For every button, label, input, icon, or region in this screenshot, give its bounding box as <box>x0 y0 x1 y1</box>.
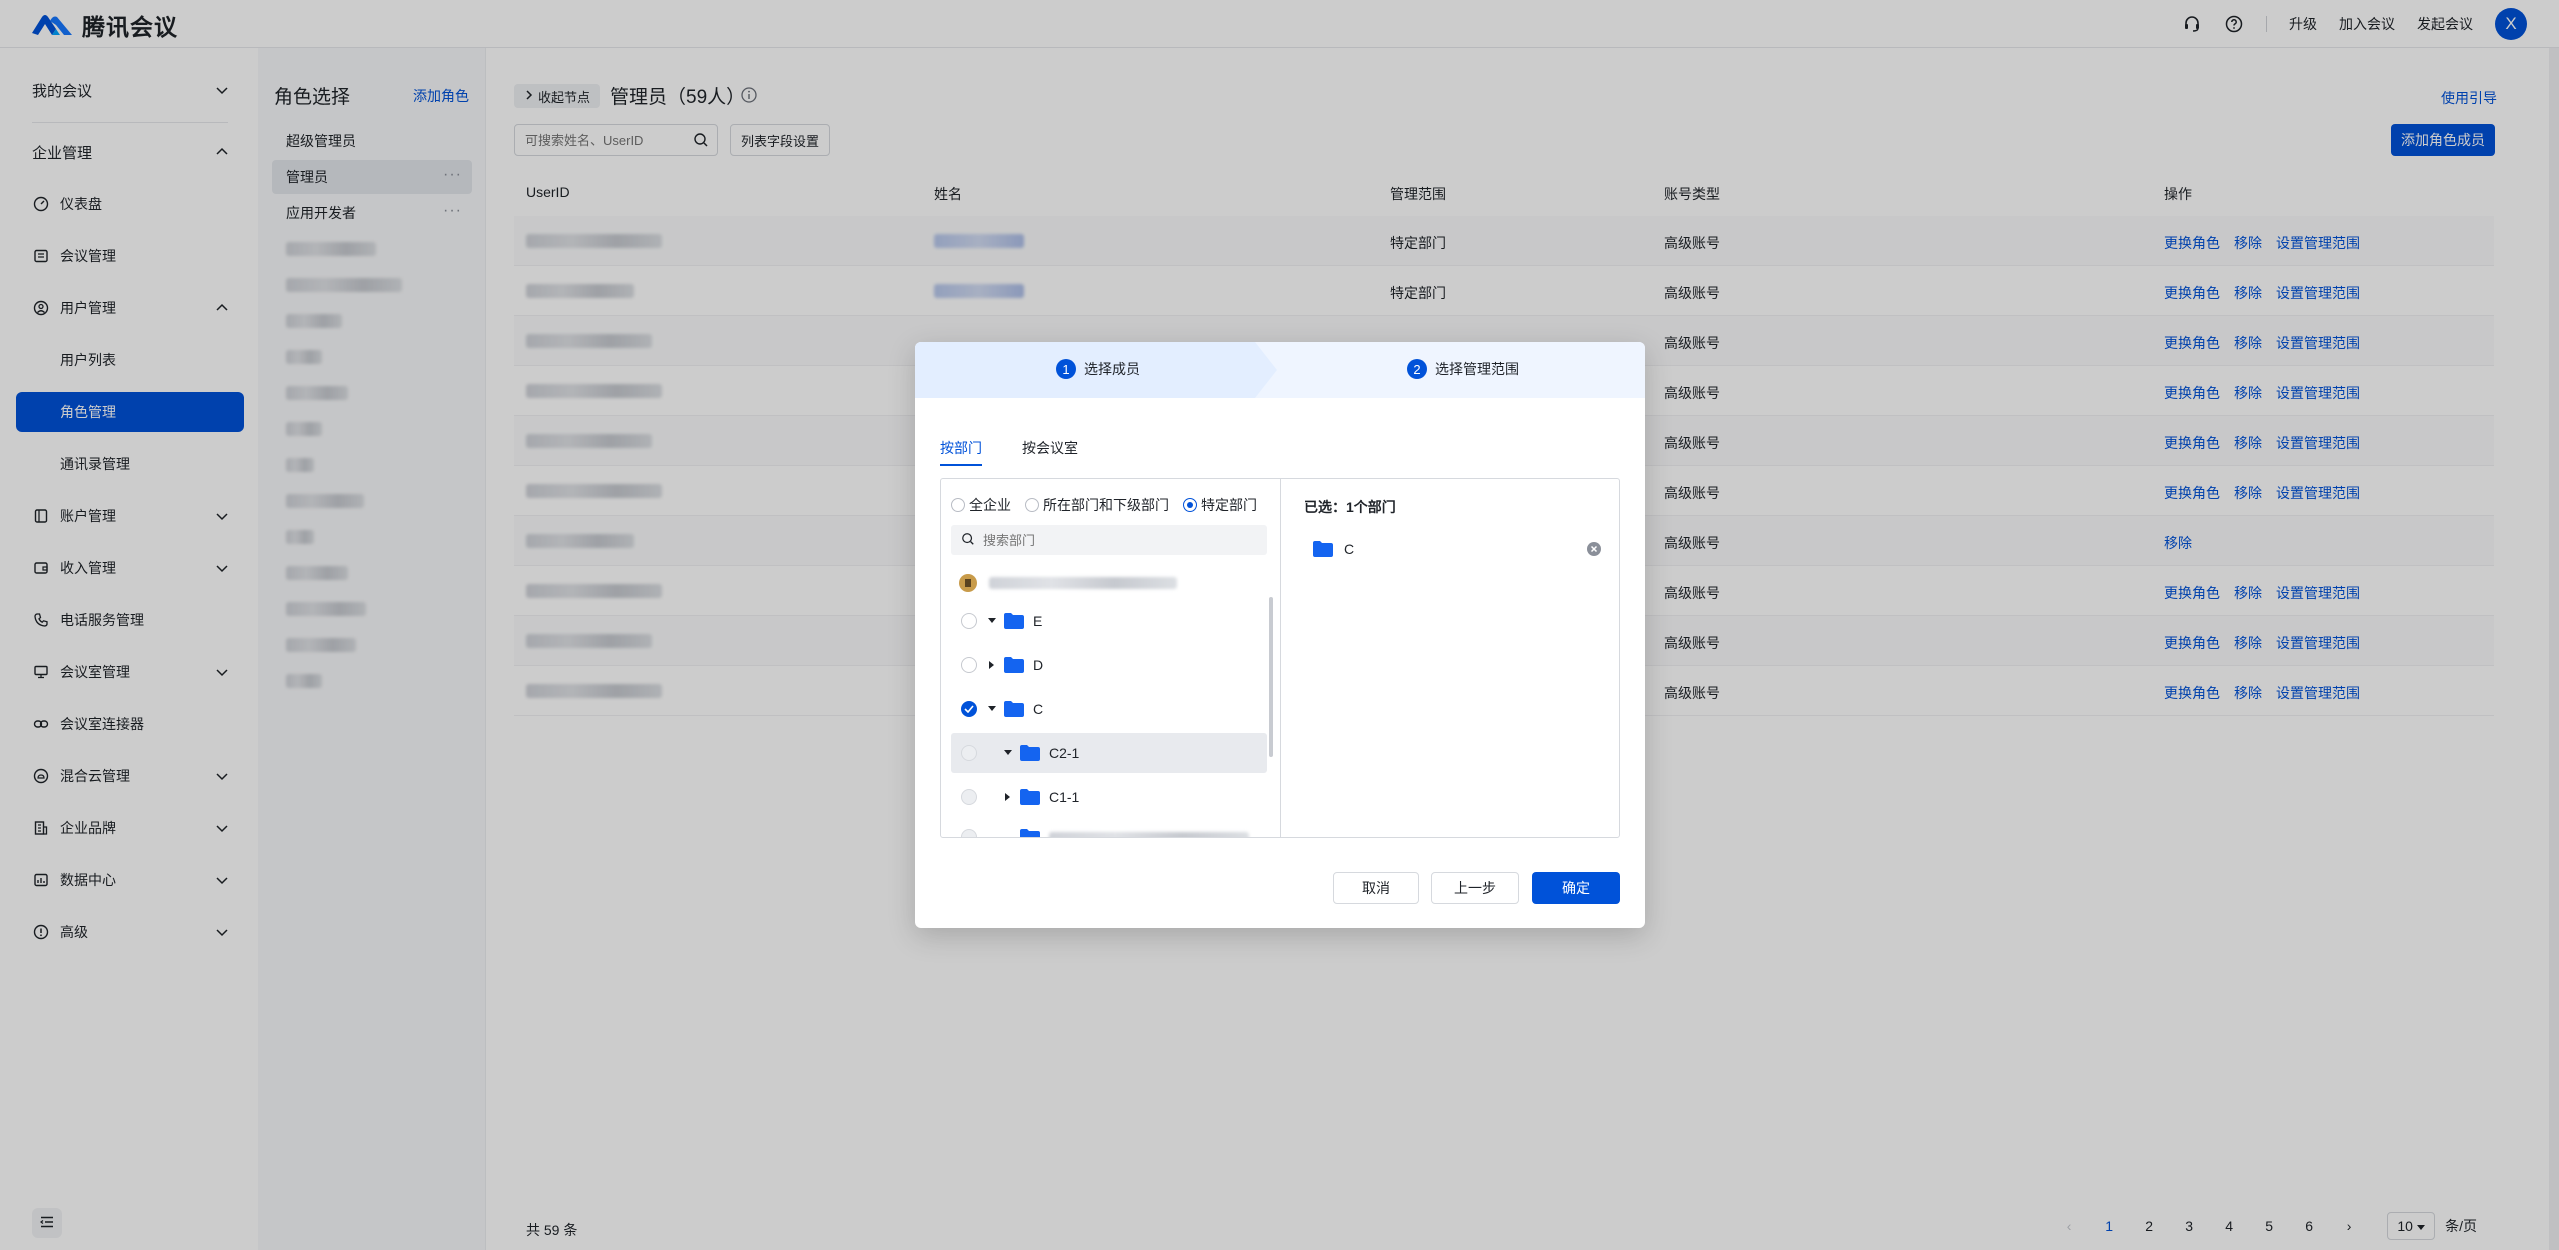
radio-icon <box>1025 498 1039 512</box>
selected-item-c: C <box>1312 537 1602 561</box>
checkbox-disabled <box>961 789 977 805</box>
radio-icon <box>951 498 965 512</box>
checkbox[interactable] <box>961 657 977 673</box>
department-search-box[interactable] <box>951 525 1267 555</box>
folder-icon <box>1019 788 1041 806</box>
checkbox[interactable] <box>961 613 977 629</box>
department-search-input[interactable] <box>983 532 1243 548</box>
tree-row-d[interactable]: D <box>951 645 1267 685</box>
checkbox-disabled <box>961 829 977 837</box>
tree-row-root[interactable] <box>951 563 1267 603</box>
caret-down-icon[interactable] <box>1001 746 1015 760</box>
folder-icon <box>1019 828 1041 837</box>
checkbox-checked[interactable] <box>961 701 977 717</box>
search-icon <box>961 532 975 549</box>
caret-right-icon[interactable] <box>985 658 999 672</box>
confirm-button[interactable]: 确定 <box>1532 872 1620 904</box>
redacted-department-name <box>1049 832 1249 837</box>
dialog-tabs: 按部门 按会议室 <box>940 438 1078 466</box>
previous-step-button[interactable]: 上一步 <box>1431 872 1519 904</box>
caret-down-icon[interactable] <box>985 702 999 716</box>
selected-item-label: C <box>1344 541 1355 557</box>
redacted-enterprise-name <box>989 577 1177 589</box>
selected-count: 已选：1个部门 <box>1304 499 1396 515</box>
scope-option-whole-enterprise[interactable]: 全企业 <box>951 495 1011 515</box>
department-picker: 全企业 所在部门和下级部门 特定部门 搜索部门 E D C C2-1 C1-1 <box>941 479 1281 837</box>
tree-row-c2-1[interactable]: C2-1 <box>951 733 1267 773</box>
tree-row-label: C2-1 <box>1049 745 1080 761</box>
cancel-button[interactable]: 取消 <box>1333 872 1419 904</box>
checkbox-disabled <box>961 745 977 761</box>
scope-option-own-and-sub-departments[interactable]: 所在部门和下级部门 <box>1025 495 1169 515</box>
radio-label: 所在部门和下级部门 <box>1043 497 1169 513</box>
step-label: 选择管理范围 <box>1435 361 1519 377</box>
scope-option-specific-departments[interactable]: 特定部门 <box>1183 495 1257 515</box>
tree-scrollbar[interactable] <box>1269 597 1273 757</box>
tree-row-partial[interactable] <box>951 817 1267 837</box>
tree-row-label: C1-1 <box>1049 789 1080 805</box>
set-scope-dialog: 1 选择成员 2 选择管理范围 按部门 按会议室 全企业 所在部门和下级部门 特… <box>915 342 1645 928</box>
radio-selected-icon <box>1183 498 1197 512</box>
scope-selector: 全企业 所在部门和下级部门 特定部门 搜索部门 E D C C2-1 C1-1 … <box>940 478 1620 838</box>
folder-icon <box>1003 656 1025 674</box>
step-1: 1 选择成员 <box>1056 359 1140 379</box>
scope-options: 全企业 所在部门和下级部门 特定部门 <box>951 495 1257 515</box>
step-number: 1 <box>1056 359 1076 379</box>
tree-row-c[interactable]: C <box>951 689 1267 729</box>
tree-row-label: D <box>1033 657 1044 673</box>
tab-by-department[interactable]: 按部门 <box>940 438 982 466</box>
tab-by-meeting-room[interactable]: 按会议室 <box>1022 438 1078 466</box>
folder-icon <box>1003 612 1025 630</box>
caret-right-icon[interactable] <box>1001 790 1015 804</box>
caret-down-icon[interactable] <box>985 614 999 628</box>
folder-icon <box>1003 700 1025 718</box>
tree-row-label: E <box>1033 613 1043 629</box>
tree-row-label: C <box>1033 701 1044 717</box>
radio-label: 全企业 <box>969 497 1011 513</box>
radio-label: 特定部门 <box>1201 497 1257 513</box>
step-number: 2 <box>1407 359 1427 379</box>
tree-row-c1-1[interactable]: C1-1 <box>951 777 1267 817</box>
selected-list: 已选：1个部门 C <box>1282 479 1619 837</box>
stepper: 1 选择成员 2 选择管理范围 <box>915 342 1645 398</box>
folder-icon <box>1019 744 1041 762</box>
enterprise-icon <box>959 574 977 592</box>
step-2: 2 选择管理范围 <box>1407 359 1519 379</box>
folder-icon <box>1312 540 1334 558</box>
step-label: 选择成员 <box>1084 361 1140 377</box>
tree-row-e[interactable]: E <box>951 601 1267 641</box>
remove-icon[interactable] <box>1586 541 1602 557</box>
